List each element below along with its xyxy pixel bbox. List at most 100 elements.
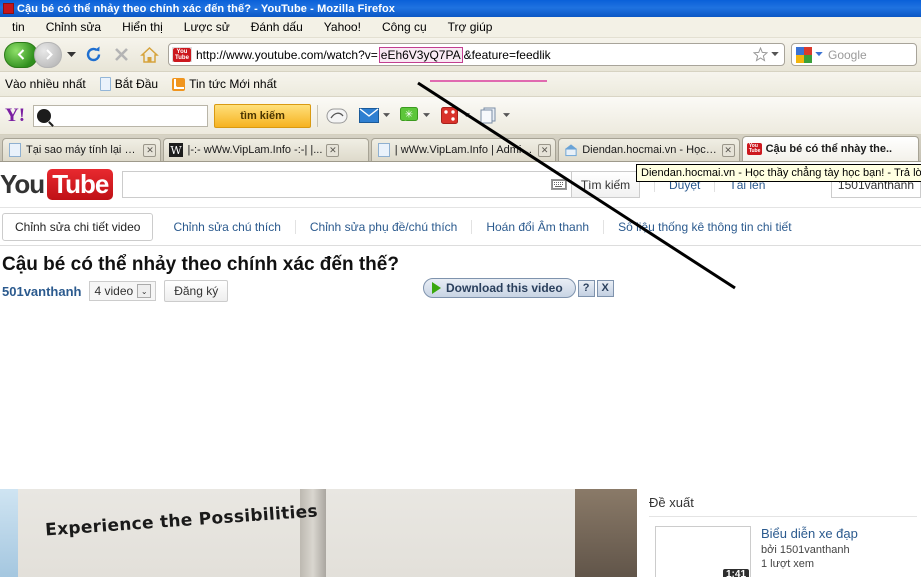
youtube-favicon: You Tube xyxy=(172,47,192,62)
chevron-down-icon[interactable] xyxy=(423,113,431,118)
tab-insight-statistics[interactable]: Số liệu thống kê thông tin chi tiết xyxy=(604,220,805,234)
video-thumbnail[interactable]: 1:41 xyxy=(655,526,751,577)
tab-2[interactable]: | wWw.VipLam.Info | Admin... ✕ xyxy=(370,138,557,161)
document-icon xyxy=(99,77,111,91)
download-this-video-button[interactable]: Download this video xyxy=(423,278,576,298)
menu-item-edit[interactable]: Chỉnh sửa xyxy=(36,18,112,36)
svg-text:W: W xyxy=(171,144,183,157)
window-titlebar: Cậu bé có thể nhảy theo chính xác đến th… xyxy=(0,0,921,17)
keyboard-icon[interactable] xyxy=(551,179,567,190)
tab-edit-video-details[interactable]: Chỉnh sửa chi tiết video xyxy=(2,212,154,241)
menu-item-view[interactable]: Hiển thị xyxy=(112,18,174,36)
chevron-down-icon xyxy=(66,51,76,57)
bookmark-getting-started[interactable]: Bắt Đầu xyxy=(95,76,163,92)
forward-button[interactable] xyxy=(34,41,62,68)
tab-edit-captions[interactable]: Chỉnh sửa phụ đề/chú thích xyxy=(296,219,473,234)
search-bar[interactable]: Google xyxy=(791,43,917,66)
reload-button[interactable] xyxy=(80,42,106,68)
download-widget: Download this video ? X xyxy=(423,278,614,298)
tab-4[interactable]: You Tube Cậu bé có thể nhày the.. xyxy=(741,136,920,161)
tab-1[interactable]: W |-:- wWw.VipLam.Info -:-| |... ✕ xyxy=(163,138,369,161)
messenger-icon[interactable]: ✳ xyxy=(396,104,422,128)
chevron-down-icon[interactable] xyxy=(771,52,779,57)
bookmarks-bar: Vào nhiều nhất Bắt Đầu Tin tức Mới nhất xyxy=(0,72,921,97)
mail-icon[interactable] xyxy=(356,104,382,128)
bookmark-most-visited[interactable]: Vào nhiều nhất xyxy=(0,76,91,92)
url-highlight: eEh6V3yQ7PA xyxy=(378,46,463,63)
menu-bar: tin Chỉnh sửa Hiển thị Lược sử Đánh dấu … xyxy=(0,17,921,38)
w-icon: W xyxy=(169,143,184,157)
url-bar[interactable]: You Tube http://www.youtube.com/watch?v= e… xyxy=(168,43,785,66)
menu-item-history[interactable]: Lược sử xyxy=(174,18,241,36)
close-icon[interactable]: ✕ xyxy=(538,143,552,157)
star-icon[interactable] xyxy=(753,47,768,62)
tab-label: Cậu bé có thể nhày the.. xyxy=(765,143,893,155)
document-icon xyxy=(377,143,391,157)
close-icon[interactable]: ✕ xyxy=(721,143,735,157)
menu-item-file[interactable]: tin xyxy=(2,18,36,36)
games-icon[interactable] xyxy=(436,104,462,128)
uploader-link[interactable]: 501vanthanh xyxy=(2,284,81,299)
pages-icon[interactable] xyxy=(476,104,502,128)
suggestion-item[interactable]: 1:41 Biểu diễn xe đạp bởi 1501vanthanh 1… xyxy=(649,517,921,577)
close-icon[interactable]: ✕ xyxy=(143,143,157,157)
right-wall-column xyxy=(575,489,637,577)
page-content: You Tube Tìm kiếm Duyệt Tải lên 1501vant… xyxy=(0,162,921,577)
youtube-logo[interactable]: You Tube xyxy=(0,169,114,200)
tab-swap-audio[interactable]: Hoán đổi Âm thanh xyxy=(472,219,605,234)
search-input[interactable]: Google xyxy=(828,48,867,62)
close-icon[interactable]: ✕ xyxy=(326,143,340,157)
youtube-search-input[interactable] xyxy=(122,171,572,198)
tab-3[interactable]: Diendan.hocmai.vn - Học th... ✕ xyxy=(558,138,740,161)
video-meta: 501vanthanh 4 video ⌄ Đăng ký Download t… xyxy=(0,278,921,302)
tooltip: Diendan.hocmai.vn - Học thầy chẳng tày h… xyxy=(636,164,921,182)
download-close-button[interactable]: X xyxy=(596,279,614,297)
video-count-dropdown[interactable]: 4 video ⌄ xyxy=(89,281,157,301)
home-icon xyxy=(139,46,159,63)
google-icon xyxy=(796,46,812,63)
suggestion-views: 1 lượt xem xyxy=(761,558,815,570)
bookmark-label: Bắt Đầu xyxy=(114,77,159,91)
subscribe-button[interactable]: Đăng ký xyxy=(164,280,229,302)
chevron-down-icon[interactable]: ⌄ xyxy=(137,284,152,298)
url-prefix: http://www.youtube.com/watch?v= xyxy=(196,47,378,62)
reload-icon xyxy=(86,46,100,62)
chevron-down-icon[interactable] xyxy=(383,113,391,118)
chevron-down-icon[interactable] xyxy=(503,113,511,118)
video-player[interactable]: Experience the Possibilities xyxy=(0,489,637,577)
url-suffix: &feature=feedlik xyxy=(463,47,551,62)
tab-edit-annotations[interactable]: Chỉnh sửa chú thích xyxy=(159,219,296,234)
yahoo-logo[interactable]: Y! xyxy=(5,105,25,127)
youtube-search-button[interactable]: Tìm kiếm xyxy=(572,171,640,198)
tab-label: | wWw.VipLam.Info | Admin... xyxy=(394,144,535,156)
menu-item-bookmarks[interactable]: Đánh dấu xyxy=(241,18,314,36)
home-button[interactable] xyxy=(136,42,162,68)
tab-0[interactable]: Tại sao máy tính lại chạy ch... ✕ xyxy=(2,138,162,161)
menu-item-tools[interactable]: Công cụ xyxy=(372,18,438,36)
suggestion-uploader: bởi 1501vanthanh xyxy=(761,544,850,556)
menu-item-help[interactable]: Trợ giúp xyxy=(438,18,504,36)
suggestion-title[interactable]: Biểu diễn xe đạp xyxy=(761,526,858,542)
play-icon xyxy=(432,282,441,294)
menu-item-yahoo[interactable]: Yahoo! xyxy=(314,18,372,36)
tab-label: |-:- wWw.VipLam.Info -:-| |... xyxy=(187,144,323,156)
video-title: Cậu bé có thể nhảy theo chính xác đến th… xyxy=(2,254,399,275)
forum-icon xyxy=(564,143,578,157)
video-frame: Experience the Possibilities xyxy=(0,489,637,577)
stop-button[interactable] xyxy=(108,42,134,68)
url-text: http://www.youtube.com/watch?v= eEh6V3yQ7… xyxy=(196,46,551,63)
download-help-button[interactable]: ? xyxy=(577,279,595,297)
download-label: Download this video xyxy=(446,281,563,295)
yahoo-search-button[interactable]: tìm kiếm xyxy=(214,103,312,128)
chevron-down-icon[interactable] xyxy=(463,113,471,118)
yahoo-search-input[interactable] xyxy=(33,104,209,127)
tab-strip: Tại sao máy tính lại chạy ch... ✕ W |-:-… xyxy=(0,135,921,162)
bookmark-latest-headlines[interactable]: Tin tức Mới nhất xyxy=(167,76,281,92)
yahoo-pad-icon[interactable] xyxy=(324,104,350,128)
bookmark-label: Vào nhiều nhất xyxy=(5,77,86,91)
history-dropdown-button[interactable] xyxy=(64,51,78,58)
back-button[interactable] xyxy=(4,41,38,68)
video-duration: 1:41 xyxy=(722,569,749,577)
toolbar-divider xyxy=(317,104,319,127)
chevron-down-icon[interactable] xyxy=(815,52,823,57)
